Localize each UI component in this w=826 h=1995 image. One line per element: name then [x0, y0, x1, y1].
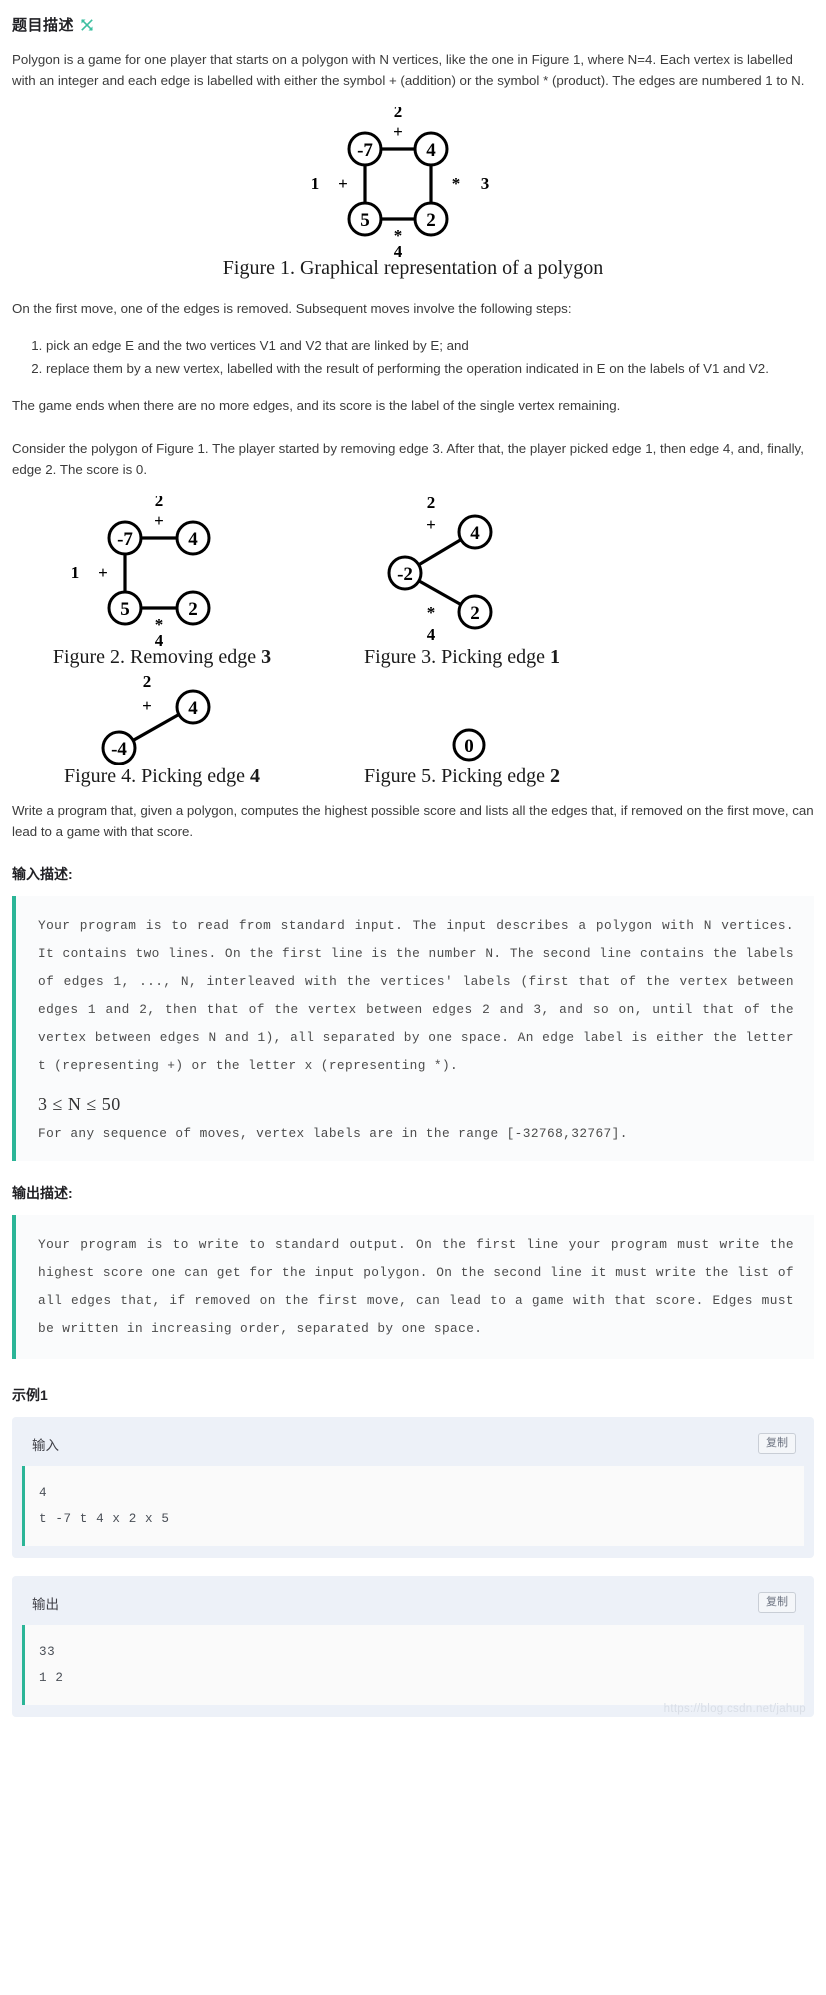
figure-5-caption: Figure 5. Picking edge 2 — [364, 765, 560, 788]
intro-paragraph-3: The game ends when there are no more edg… — [12, 398, 621, 413]
input-constraint-formula: 3 ≤ N ≤ 50 — [38, 1094, 121, 1114]
figure-4-caption-text: Figure 4. Picking edge — [63, 765, 251, 787]
fig2-vertex-2: 5 — [120, 599, 130, 620]
example-input-block: 输入 复制 4 t -7 t 4 x 2 x 5 — [12, 1417, 814, 1559]
fig3-edgenum-4: 4 — [427, 625, 436, 644]
fig2-vertex-3: 2 — [188, 599, 198, 620]
figure-5-caption-edge: 2 — [550, 765, 561, 787]
fig2-vertex-0: -7 — [117, 529, 133, 550]
input-description-title: 输入描述: — [12, 866, 73, 882]
fig4-edgenum-2: 2 — [143, 675, 152, 691]
fig1-edgenum-1: 1 — [311, 174, 320, 193]
fig1-edgeop-2: + — [393, 122, 403, 141]
example-output-header: 输出 复制 — [22, 1586, 804, 1625]
input-description-box: Your program is to read from standard in… — [12, 896, 814, 1161]
output-description-title: 输出描述: — [12, 1185, 73, 1201]
figure-2-caption-edge: 3 — [261, 646, 272, 668]
fig3-edgenum-2: 2 — [427, 496, 436, 512]
figure-5-graphic: 0 — [452, 728, 486, 762]
figure-3-graphic: -2 4 2 2 + * 4 — [387, 496, 493, 644]
figure-3-caption-edge: 1 — [550, 646, 561, 668]
fig2-edgenum-1: 1 — [71, 563, 80, 582]
example-output-label: 输出 — [32, 1596, 59, 1612]
fig2-vertex-1: 4 — [188, 529, 198, 550]
fig4-vertex-0: -4 — [111, 739, 127, 760]
example-output-block: 输出 复制 33 1 2 https://blog.csdn.net/jahup — [12, 1576, 814, 1718]
fig2-edgenum-4: 4 — [155, 631, 164, 646]
example-input-label: 输入 — [32, 1437, 59, 1453]
example-output-value: 33 1 2 — [39, 1645, 64, 1686]
problem-page: 题目描述 Polygon is a game for one player th… — [0, 0, 826, 1718]
fig3-edgeop-2: + — [426, 515, 436, 534]
figure-3: -2 4 2 2 + * 4 Figure 3. Picking edge 1 — [312, 496, 612, 669]
example-input-value: 4 t -7 t 4 x 2 x 5 — [39, 1486, 170, 1527]
fig3-edgeop-4: * — [427, 603, 436, 622]
example-input-body: 4 t -7 t 4 x 2 x 5 — [22, 1466, 804, 1547]
figure-4: -4 4 2 + Figure 4. Picking edge 4 — [12, 675, 312, 788]
figure-2-caption-text: Figure 2. Removing edge — [52, 646, 262, 668]
figure-4-caption-edge: 4 — [250, 765, 261, 787]
figure-row-2-3: -7 4 5 2 2 + * 4 1 + Figure 2. Removing … — [12, 496, 814, 669]
output-description-text: Your program is to write to standard out… — [38, 1237, 794, 1336]
figure-4-graphic: -4 4 2 + — [101, 675, 211, 765]
example-title: 示例1 — [12, 1387, 48, 1403]
fig5-vertex-0: 0 — [464, 736, 474, 757]
intro-paragraph-5: Write a program that, given a polygon, c… — [12, 803, 814, 839]
fig1-edgenum-4: 4 — [394, 242, 403, 257]
list-item: replace them by a new vertex, labelled w… — [46, 358, 814, 379]
copy-input-button[interactable]: 复制 — [758, 1433, 796, 1455]
figure-3-caption: Figure 3. Picking edge 1 — [364, 646, 560, 669]
fig2-edgeop-2: + — [154, 511, 164, 530]
fig1-edgenum-3: 3 — [481, 174, 490, 193]
fig2-edgeop-1: + — [98, 563, 108, 582]
link-anchor-icon[interactable] — [80, 18, 94, 32]
figure-5-caption-text: Figure 5. Picking edge — [363, 765, 551, 787]
intro-paragraph-1: Polygon is a game for one player that st… — [12, 52, 805, 88]
fig3-vertex-2: 2 — [470, 603, 480, 624]
figure-1-graphic: -7 4 5 2 2 + 3 * * 4 1 + — [311, 107, 490, 257]
fig1-edgeop-1: + — [338, 174, 348, 193]
fig3-vertex-0: -2 — [397, 564, 413, 585]
copy-output-button[interactable]: 复制 — [758, 1592, 796, 1614]
fig1-vertex-0: -7 — [357, 140, 373, 161]
figure-1: -7 4 5 2 2 + 3 * * 4 1 + Figure 1. Graph… — [12, 107, 814, 280]
page-title-text: 题目描述 — [12, 17, 75, 34]
figure-1-caption: Figure 1. Graphical representation of a … — [222, 257, 604, 279]
move-steps-list: pick an edge E and the two vertices V1 a… — [12, 335, 814, 379]
output-description-box: Your program is to write to standard out… — [12, 1215, 814, 1359]
fig4-edgeop-2: + — [142, 696, 152, 715]
page-title: 题目描述 — [12, 14, 814, 35]
fig1-edgenum-2: 2 — [394, 107, 403, 121]
figure-2-graphic: -7 4 5 2 2 + * 4 1 + — [71, 496, 211, 646]
fig1-edgeop-3: * — [452, 174, 461, 193]
list-item: pick an edge E and the two vertices V1 a… — [46, 335, 814, 356]
figure-row-4-5: -4 4 2 + Figure 4. Picking edge 4 0 Figu… — [12, 675, 814, 788]
fig1-vertex-3: 2 — [426, 210, 436, 231]
figure-4-caption: Figure 4. Picking edge 4 — [64, 765, 260, 788]
figure-2-caption: Figure 2. Removing edge 3 — [53, 646, 271, 669]
intro-paragraph-2: On the first move, one of the edges is r… — [12, 301, 572, 316]
fig2-edgenum-2: 2 — [155, 496, 164, 510]
watermark: https://blog.csdn.net/jahup — [663, 1703, 806, 1716]
figure-3-caption-text: Figure 3. Picking edge — [363, 646, 551, 668]
input-range-note: For any sequence of moves, vertex labels… — [38, 1126, 628, 1141]
fig1-vertex-1: 4 — [426, 140, 436, 161]
figure-5: 0 Figure 5. Picking edge 2 — [312, 675, 612, 788]
figure-2: -7 4 5 2 2 + * 4 1 + Figure 2. Removing … — [12, 496, 312, 669]
example-input-header: 输入 复制 — [22, 1427, 804, 1466]
fig1-vertex-2: 5 — [360, 210, 370, 231]
fig4-vertex-1: 4 — [188, 698, 198, 719]
fig3-vertex-1: 4 — [470, 523, 480, 544]
input-description-text: Your program is to read from standard in… — [38, 918, 794, 1073]
intro-paragraph-4: Consider the polygon of Figure 1. The pl… — [12, 441, 804, 477]
example-output-body: 33 1 2 — [22, 1625, 804, 1706]
